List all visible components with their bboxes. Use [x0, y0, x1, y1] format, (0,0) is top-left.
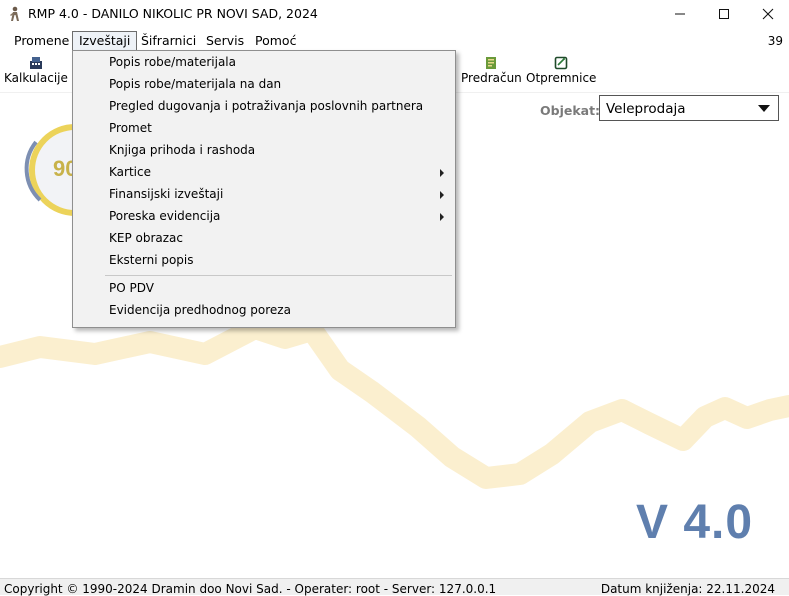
menu-pomoc[interactable]: Pomoć	[249, 32, 302, 50]
predracun-button[interactable]: Predračun	[461, 56, 522, 85]
menu-servis[interactable]: Servis	[200, 32, 250, 50]
izvestaji-dropdown: Popis robe/materijala Popis robe/materij…	[72, 50, 456, 328]
menu-item-finansijski-izvestaji[interactable]: Finansijski izveštaji	[74, 184, 454, 206]
app-figure-icon	[10, 6, 19, 21]
close-icon	[762, 8, 774, 20]
menu-item-popis-robe-na-dan[interactable]: Popis robe/materijala na dan	[74, 74, 454, 96]
kalkulacije-label: Kalkulacije	[4, 71, 68, 85]
maximize-button[interactable]	[701, 0, 747, 28]
menu-separator	[105, 275, 452, 276]
menu-sifrarnici[interactable]: Šifrarnici	[135, 32, 202, 50]
submenu-arrow-icon	[440, 169, 444, 177]
menu-promene[interactable]: Promene	[8, 32, 75, 50]
close-button[interactable]	[745, 0, 789, 28]
title-bar: RMP 4.0 - DANILO NIKOLIC PR NOVI SAD, 20…	[0, 0, 789, 28]
menu-item-eksterni-popis[interactable]: Eksterni popis	[74, 250, 454, 272]
menu-bar: Promene Izveštaji Šifrarnici Servis Pomo…	[0, 30, 789, 52]
objekat-label: Objekat:	[540, 103, 601, 118]
menu-item-promet[interactable]: Promet	[74, 118, 454, 140]
menu-item-poreska-evidencija[interactable]: Poreska evidencija	[74, 206, 454, 228]
submenu-arrow-icon	[440, 191, 444, 199]
menu-izvestaji[interactable]: Izveštaji	[72, 31, 138, 51]
submenu-arrow-icon	[440, 213, 444, 221]
objekat-value: Veleprodaja	[606, 101, 686, 117]
menu-item-kep-obrazac[interactable]: KEP obrazac	[74, 228, 454, 250]
calculator-icon	[29, 57, 42, 69]
menu-item-pregled-dugovanja[interactable]: Pregled dugovanja i potraživanja poslovn…	[74, 96, 454, 118]
menu-counter: 39	[767, 34, 783, 48]
menu-item-popis-robe[interactable]: Popis robe/materijala	[74, 52, 454, 74]
maximize-icon	[719, 9, 729, 19]
minimize-icon	[675, 13, 685, 15]
waveform-decoration	[0, 317, 789, 489]
minimize-button[interactable]	[657, 0, 703, 28]
window-title: RMP 4.0 - DANILO NIKOLIC PR NOVI SAD, 20…	[28, 6, 318, 21]
otpremnice-label: Otpremnice	[526, 71, 597, 85]
menu-item-knjiga-prihoda[interactable]: Knjiga prihoda i rashoda	[74, 140, 454, 162]
otpremnice-button[interactable]: Otpremnice	[526, 56, 596, 85]
invoice-icon	[486, 57, 497, 69]
menu-item-kartice[interactable]: Kartice	[74, 162, 454, 184]
predracun-label: Predračun	[461, 71, 522, 85]
menu-item-evidencija-poreza[interactable]: Evidencija predhodnog poreza	[74, 300, 454, 322]
chevron-down-icon	[758, 105, 770, 112]
version-label: V 4.0	[636, 496, 754, 549]
delivery-note-icon	[554, 56, 568, 70]
menu-item-po-pdv[interactable]: PO PDV	[74, 278, 454, 300]
kalkulacije-button[interactable]: Kalkulacije	[4, 56, 68, 85]
status-bar: Copyright © 1990-2024 Dramin doo Novi Sa…	[0, 578, 789, 596]
objekat-select[interactable]: Veleprodaja	[599, 95, 779, 121]
